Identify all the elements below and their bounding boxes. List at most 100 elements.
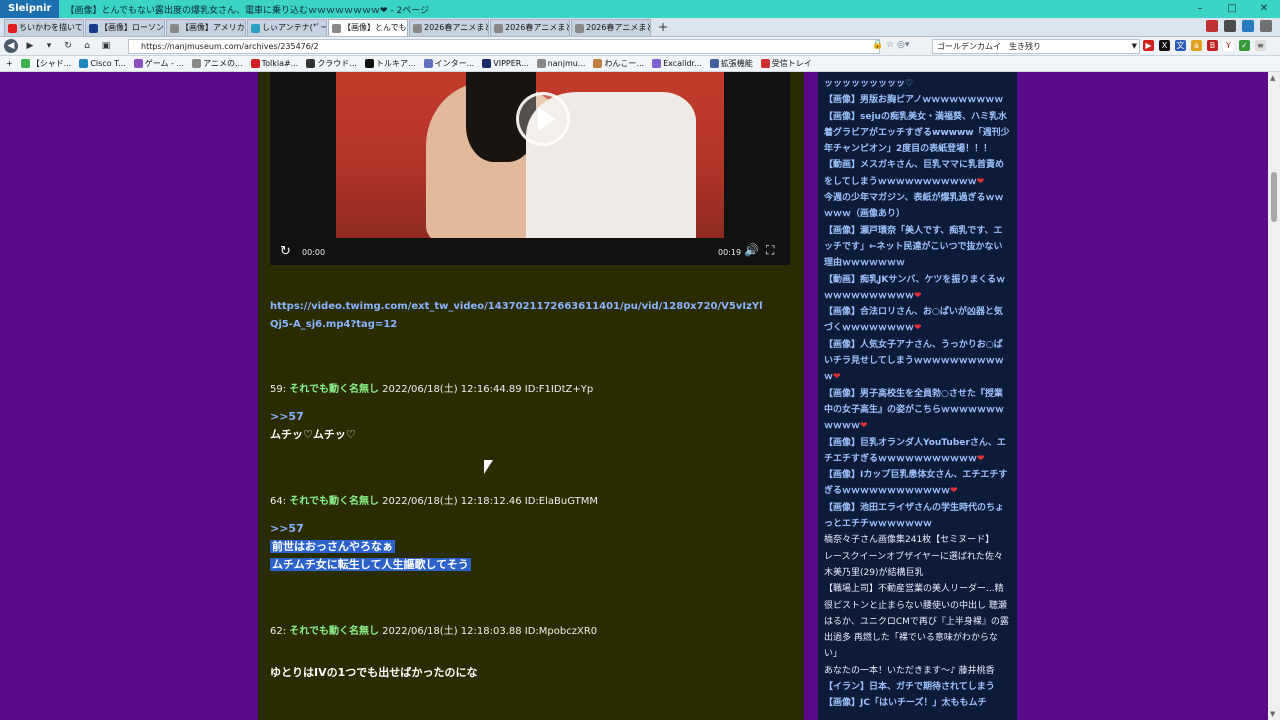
replay-icon[interactable]: ↻ <box>280 244 291 259</box>
sidebar-article-link[interactable]: 【画像】男子高校生を全員勃○させた『授業中の女子高生』の姿がこちらｗｗｗｗｗｗｗ… <box>824 386 1011 435</box>
sidebar-article-link[interactable]: 【画像】巨乳オランダ人YouTuberさん、エチエチすぎるｗｗｗｗｗｗｗｗｗｗｗ… <box>824 435 1011 468</box>
favicon-icon <box>89 23 98 33</box>
youtube-icon[interactable]: ▶ <box>1143 40 1154 51</box>
bookmark-item[interactable]: トルキア... <box>364 58 416 69</box>
x-icon[interactable]: X <box>1159 40 1170 51</box>
bookmark-item[interactable]: インター... <box>423 58 474 69</box>
bookmark-item[interactable]: アニメの... <box>192 58 243 69</box>
bookmark-item[interactable]: nanjmu... <box>536 59 585 68</box>
favicon-icon <box>575 23 584 33</box>
reply-anchor[interactable]: >>57 <box>270 522 304 535</box>
lock-star-icons[interactable]: 🔒 ☆ ◎▾ <box>872 40 909 50</box>
sidebar-article-link[interactable]: 【画像】池田エライザさんの学生時代のちょっとエチチｗｗｗｗｗｗｗ <box>824 500 1011 533</box>
settings-icon[interactable] <box>1260 20 1272 32</box>
scroll-up-icon[interactable]: ▲ <box>1270 74 1275 82</box>
sidebar-article-link[interactable]: 今週の少年マガジン、表紙が爆乳過ぎるｗｗｗｗｗ（画像あり） <box>824 190 1011 223</box>
tab[interactable]: 【画像】とんでもな...× <box>328 19 408 36</box>
extension-icon[interactable]: ✓ <box>1239 40 1250 51</box>
bookmark-item[interactable]: Cisco T... <box>79 59 126 68</box>
bookmark-icon[interactable]: ▣ <box>99 39 113 53</box>
bookmark-item[interactable]: ゲーム - ... <box>133 58 184 69</box>
bookmark-item[interactable]: Tolkia#... <box>250 59 298 68</box>
menu-icon[interactable]: ≡ <box>1255 40 1266 51</box>
tab[interactable]: 2026春アニメまと... <box>490 19 570 36</box>
post-meta: 62: それでも動く名無し 2022/06/18(土) 12:18:03.88 … <box>270 622 597 637</box>
extension-icon[interactable]: a <box>1191 40 1202 51</box>
sidebar-article-link[interactable]: 【画像】JC「はいチーズ！」太ももムチ <box>824 695 1011 711</box>
sidebar-article-link[interactable]: 【画像】Iカップ巨乳患体女さん、エチエチすぎるｗｗｗｗｗｗｗｗｗｗｗｗ❤ <box>824 467 1011 500</box>
add-bookmark-button[interactable]: + <box>6 59 13 68</box>
selected-text: ムチムチ女に転生して人生謳歌してそう <box>270 558 471 571</box>
app-name[interactable]: Sleipnir <box>0 0 60 18</box>
tab[interactable]: 【画像】ローソンの... <box>85 19 165 36</box>
sidebar-article-link[interactable]: 【画像】人気女子アナさん、うっかりお○ぱいチラ見せしてしまうｗｗｗｗｗｗｗｗｗｗ… <box>824 337 1011 386</box>
sidebar-article-link[interactable]: 橋奈々子さん画像集241枚【セミヌード】 <box>824 532 1011 548</box>
url-field[interactable]: https://nanjmuseum.com/archives/235476/2 <box>128 39 880 54</box>
tab-bar: ちいかわを描いて... 【画像】ローソンの... 【画像】アメリカの... しぃアンテ… <box>0 18 1280 37</box>
home-icon[interactable]: ⌂ <box>80 39 94 53</box>
scroll-down-icon[interactable]: ▼ <box>1270 710 1275 718</box>
article-title: レースクイーンオブザイヤーに選ばれた佐々木美乃里(29)が結構巨乳 <box>824 551 1003 578</box>
sidebar-article-link[interactable]: ッッッッッッッッッ♡ <box>824 76 1011 92</box>
sidebar-article-link[interactable]: あなたの一本！いただきます～♪ 藤井桃香 <box>824 663 1011 679</box>
page-scrollbar[interactable]: ▲ ▼ <box>1268 72 1280 720</box>
sidebar-article-link[interactable]: 【画像】瀬戸環奈「美人です、痴乳です、エッチです」←ネット民達がこいつで抜かない… <box>824 223 1011 272</box>
play-icon[interactable] <box>516 92 570 146</box>
extension-icon[interactable]: B <box>1207 40 1218 51</box>
favicon-icon <box>536 59 546 68</box>
extension-icon[interactable]: Y <box>1223 40 1234 51</box>
title-bar: Sleipnir 【画像】とんでもない露出度の爆乳女さん、電車に乗り込むｗｗｗｗ… <box>0 0 1280 18</box>
maximize-button[interactable]: □ <box>1216 0 1248 18</box>
article-title: ッッッッッッッッッ♡ <box>824 79 914 89</box>
sidebar-article-link[interactable]: 【動画】メスガキさん、巨乳ママに乳首責めをしてしまうｗｗｗｗｗｗｗｗｗｗｗ❤ <box>824 157 1011 190</box>
tab[interactable]: 2026春アニメまと... <box>571 19 651 36</box>
article-title: 【画像】sejuの痴乳美女・満福葵、ハミ乳水着グラビアがエッチすぎるwwwww「… <box>824 111 1010 155</box>
sidebar-article-link[interactable]: レースクイーンオブザイヤーに選ばれた佐々木美乃里(29)が結構巨乳 <box>824 549 1011 582</box>
favicon-icon <box>306 59 316 68</box>
video-controls: ↻ 00:00 00:19 🔊 ⛶ <box>270 238 790 265</box>
volume-icon[interactable]: 🔊 <box>744 243 759 257</box>
extension-icon[interactable] <box>1206 20 1218 32</box>
reply-anchor[interactable]: >>57 <box>270 410 304 423</box>
sidebar-article-link[interactable]: 【画像】男版お胸ピアノｗｗｗｗｗｗｗｗｗ <box>824 92 1011 108</box>
close-button[interactable]: ✕ <box>1248 0 1280 18</box>
back-button[interactable]: ◀ <box>4 39 18 53</box>
video-player[interactable]: ↻ 00:00 00:19 🔊 ⛶ <box>270 72 790 265</box>
toolbar-icons: ▶ X 文 a B Y ✓ ≡ <box>1143 40 1266 51</box>
sidebar-article-link[interactable]: 【職場上司】不動産営業の美人リーダー...精很ピストンと止まらない腰使いの中出し… <box>824 581 1011 662</box>
extension-icon[interactable] <box>1224 20 1236 32</box>
bookmark-item[interactable]: 【シャド... <box>20 58 71 69</box>
minimize-button[interactable]: – <box>1184 0 1216 18</box>
heart-icon: ❤ <box>977 453 985 464</box>
sidebar-article-link[interactable]: 【動画】痴乳JKサンバ、ケツを振りまくるｗｗｗｗｗｗｗｗｗｗｗ❤ <box>824 272 1011 305</box>
search-field[interactable]: ゴールデンカムイ 生き残り ▼ <box>932 39 1140 54</box>
dropdown-icon[interactable]: ▾ <box>42 39 56 53</box>
video-link[interactable]: https://video.twimg.com/ext_tw_video/143… <box>270 298 770 334</box>
bookmark-item[interactable]: Excalidr... <box>652 59 702 68</box>
tab[interactable]: 【画像】アメリカの... <box>166 19 246 36</box>
bookmark-item[interactable]: 受信トレイ <box>760 58 812 69</box>
sidebar-article-link[interactable]: 【イラン】日本、ガチで期待されてしまう <box>824 679 1011 695</box>
chevron-down-icon[interactable]: ▼ <box>1132 40 1137 53</box>
forward-button[interactable]: ▶ <box>23 39 37 53</box>
post-number: 62: <box>270 626 287 637</box>
bookmark-item[interactable]: 拡張機能 <box>709 58 753 69</box>
bookmark-item[interactable]: VIPPER... <box>482 59 529 68</box>
post-line-wrap: ムチムチ女に転生して人生謳歌してそう <box>270 556 471 574</box>
sidebar-article-link[interactable]: 【画像】合法ロリさん、お○ぱいが凶器と気づくｗｗｗｗｗｗｗｗ❤ <box>824 304 1011 337</box>
scroll-thumb[interactable] <box>1271 172 1277 222</box>
reload-icon[interactable]: ↻ <box>61 39 75 53</box>
tab[interactable]: ちいかわを描いて... <box>4 19 84 36</box>
fullscreen-icon[interactable]: ⛶ <box>766 243 774 258</box>
translate-icon[interactable]: 文 <box>1175 40 1186 51</box>
tab[interactable]: 2026春アニメまと... <box>409 19 489 36</box>
sidebar-article-link[interactable]: 【画像】sejuの痴乳美女・満福葵、ハミ乳水着グラビアがエッチすぎるwwwww「… <box>824 109 1011 158</box>
bookmark-item[interactable]: クラウド... <box>306 58 357 69</box>
post-meta: 64: それでも動く名無し 2022/06/18(土) 12:18:12.46 … <box>270 492 598 507</box>
bookmarks-bar: + 【シャド... Cisco T... ゲーム - ... アニメの... Tolki… <box>0 56 1280 72</box>
bookmark-item[interactable]: わんこー... <box>593 58 644 69</box>
new-tab-button[interactable]: + <box>652 19 674 36</box>
favicon-icon <box>251 23 260 33</box>
tab[interactable]: しぃアンテナ(*ﾟー) <box>247 19 327 36</box>
extension-icon[interactable] <box>1242 20 1254 32</box>
